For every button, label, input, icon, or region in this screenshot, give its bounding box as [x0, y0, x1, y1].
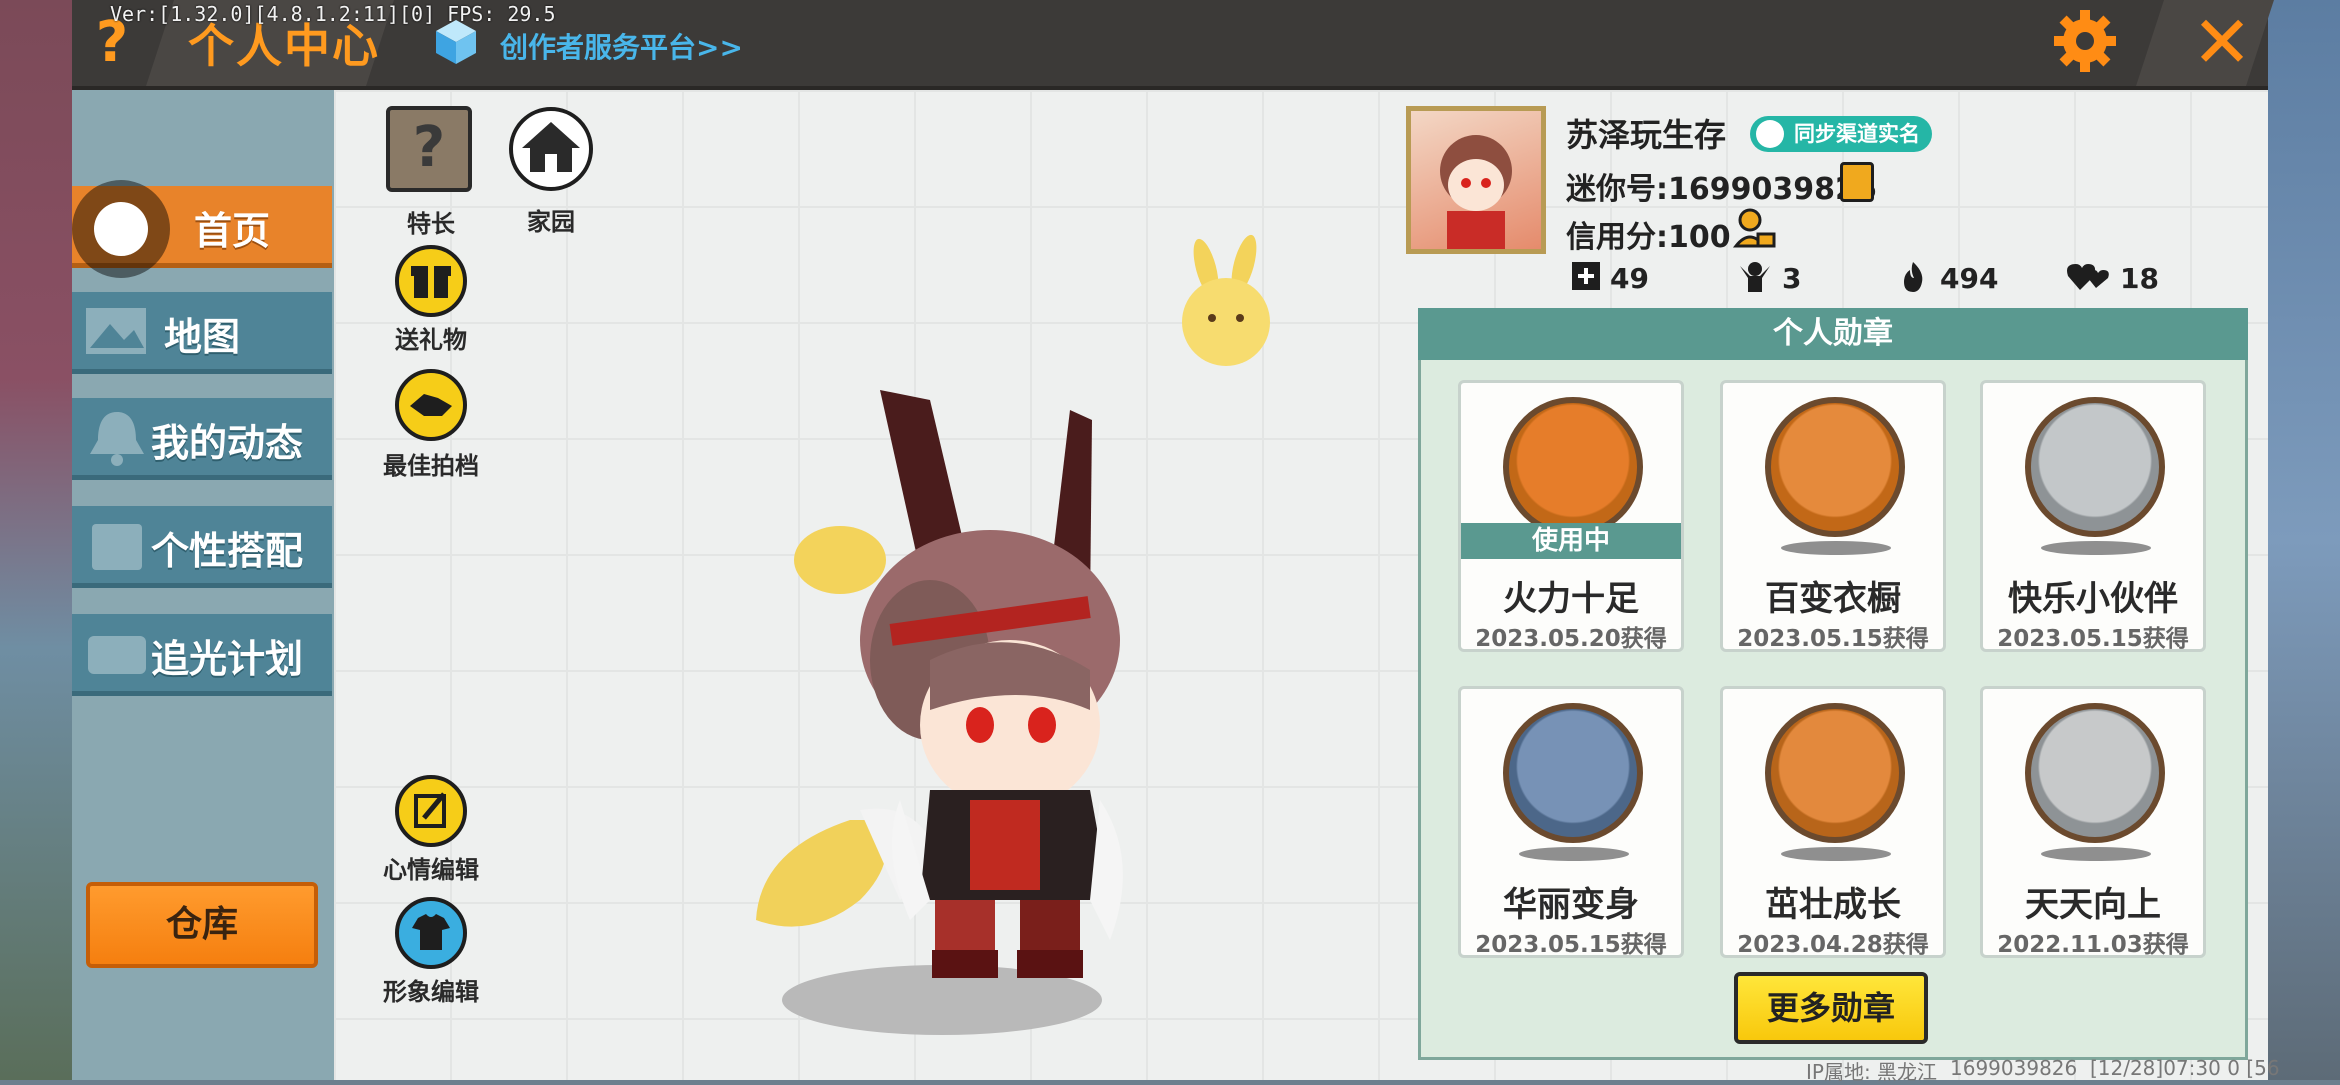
credit-user-icon[interactable] [1732, 206, 1776, 250]
more-medals-button[interactable]: 更多勋章 [1734, 972, 1928, 1044]
medal-badge-icon [1503, 397, 1643, 537]
medal-card[interactable]: 茁壮成长 2023.04.28获得 [1720, 686, 1946, 958]
warehouse-button[interactable]: 仓库 [86, 882, 318, 968]
hearts-icon [2067, 264, 2109, 290]
medal-date: 2022.11.03获得 [1997, 932, 2189, 958]
medal-name: 快乐小伙伴 [2008, 579, 2178, 619]
fire-icon [1904, 262, 1923, 292]
medal-card[interactable]: 使用中火力十足 2023.05.20获得 [1458, 380, 1684, 652]
edit-mood-icon[interactable] [394, 774, 468, 848]
sidebar-item-label: 追光计划 [150, 637, 303, 681]
gift-label: 送礼物 [395, 326, 467, 354]
footer-uid: 1699039826 [1950, 1056, 2078, 1080]
medal-date: 2023.05.15获得 [1737, 626, 1929, 652]
fans-icon [1740, 262, 1770, 292]
question-box-icon[interactable]: ? [386, 106, 472, 192]
gift-icon[interactable] [394, 244, 468, 318]
sidebar-item-label: 个性搭配 [150, 529, 303, 573]
sidebar-item-map[interactable]: 地图 [72, 292, 332, 374]
shirt-icon[interactable] [394, 896, 468, 970]
sidebar-item-label: 地图 [163, 315, 240, 359]
toggle-knob[interactable] [72, 180, 170, 278]
avatar-portrait [1440, 135, 1512, 249]
medal-name: 百变衣橱 [1765, 579, 1901, 619]
medal-date: 2023.05.15获得 [1997, 626, 2189, 652]
medal-card[interactable]: 快乐小伙伴 2023.05.15获得 [1980, 380, 2206, 652]
sidebar-item-outfit[interactable]: 个性搭配 [72, 506, 332, 588]
verify-badge[interactable]: 同步渠道实名 [1750, 116, 1932, 152]
game-background-right [2268, 0, 2340, 1080]
popularity-count: 494 [1940, 262, 1999, 295]
close-button[interactable]: ✕ [2186, 6, 2258, 78]
medal-date: 2023.04.28获得 [1737, 932, 1929, 958]
creator-platform-link[interactable]: 创作者服务平台>> [500, 26, 743, 66]
ip-location: IP属地: 黑龙江 [1806, 1060, 1938, 1084]
sidebar-item-label: 我的动态 [150, 421, 303, 465]
player-character[interactable] [720, 380, 1160, 1000]
mood-edit-label: 心情编辑 [383, 856, 479, 884]
medal-badge-icon [2025, 397, 2165, 537]
medal-badge-icon [1765, 703, 1905, 843]
copy-icon[interactable] [1840, 162, 1874, 202]
medal-card[interactable]: 华丽变身 2023.05.15获得 [1458, 686, 1684, 958]
pet-bunny[interactable] [1166, 234, 1286, 374]
specialty-label: 特长 [407, 210, 455, 238]
medal-panel-title: 个人勋章 [1418, 308, 2248, 360]
medal-date: 2023.05.20获得 [1475, 626, 1667, 652]
medal-card[interactable]: 百变衣橱 2023.05.15获得 [1720, 380, 1946, 652]
home-label: 家园 [527, 208, 575, 236]
user-check-icon [1756, 120, 1784, 148]
username: 苏泽玩生存 [1566, 116, 1727, 154]
friend-count: 49 [1610, 262, 1649, 295]
best-partner-label: 最佳拍档 [383, 452, 479, 480]
in-use-tag: 使用中 [1461, 523, 1681, 559]
medal-name: 天天向上 [2025, 885, 2161, 925]
gear-icon[interactable] [2052, 8, 2118, 74]
avatar[interactable] [1406, 106, 1546, 254]
medal-stand [1781, 541, 1891, 555]
medal-name: 茁壮成长 [1765, 885, 1901, 925]
sidebar-item-plan[interactable]: 追光计划 [72, 614, 332, 696]
handshake-icon[interactable] [394, 368, 468, 442]
sidebar-item-activity[interactable]: 我的动态 [72, 398, 332, 480]
medal-date: 2023.05.15获得 [1475, 932, 1667, 958]
likes-count: 18 [2120, 262, 2159, 295]
game-background-left [0, 0, 72, 1080]
medal-badge-icon [1503, 703, 1643, 843]
medal-stand [1519, 847, 1629, 861]
avatar-edit-label: 形象编辑 [383, 978, 479, 1006]
medal-badge-icon [1765, 397, 1905, 537]
medal-card[interactable]: 天天向上 2022.11.03获得 [1980, 686, 2206, 958]
medal-name: 火力十足 [1503, 579, 1639, 619]
debug-overlay: Ver:[1.32.0][4.8.1.2:11][0] FPS: 29.5 [110, 2, 556, 26]
uid-time: 1699039826 [12/28]07:30 0 [56 [1950, 1056, 2280, 1080]
footer-time: [12/28]07:30 0 [56 [2089, 1056, 2280, 1080]
mini-id: 迷你号:1699039826 [1566, 172, 1877, 207]
verify-label: 同步渠道实名 [1794, 122, 1920, 146]
medal-name: 华丽变身 [1503, 885, 1639, 925]
credit-score: 信用分:100 [1566, 220, 1731, 255]
cube-icon[interactable] [432, 18, 480, 66]
medal-stand [1781, 847, 1891, 861]
medal-stand [2041, 541, 2151, 555]
fans-count: 3 [1782, 262, 1802, 295]
medal-stand [2041, 847, 2151, 861]
medal-badge-icon [2025, 703, 2165, 843]
house-icon[interactable] [508, 106, 594, 192]
add-friend-icon [1572, 262, 1600, 290]
